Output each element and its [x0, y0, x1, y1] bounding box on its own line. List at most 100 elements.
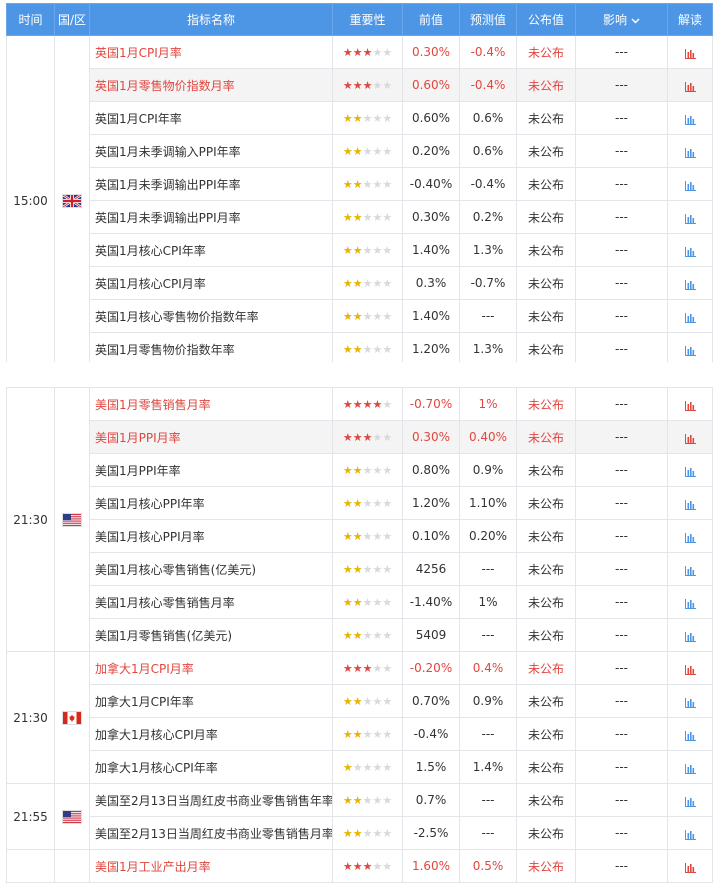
table-row[interactable]: 美国1月核心零售销售月率 ★★★★★ -1.40% 1% 未公布 ---	[7, 585, 713, 619]
interpret-cell[interactable]	[667, 453, 713, 487]
indicator-name[interactable]: 美国至2月13日当周红皮书商业零售销售年率	[89, 783, 333, 817]
indicator-name[interactable]: 加拿大1月核心CPI年率	[89, 750, 333, 784]
interpret-cell[interactable]	[667, 233, 713, 267]
interpret-cell[interactable]	[667, 552, 713, 586]
bar-chart-icon[interactable]	[684, 312, 696, 323]
interpret-cell[interactable]	[667, 420, 713, 454]
bar-chart-icon[interactable]	[684, 114, 696, 125]
indicator-name[interactable]: 美国1月核心零售销售(亿美元)	[89, 552, 333, 586]
bar-chart-icon[interactable]	[684, 565, 696, 576]
table-row[interactable]: 加拿大1月核心CPI年率 ★★★★★ 1.5% 1.4% 未公布 ---	[7, 750, 713, 784]
interpret-cell[interactable]	[667, 200, 713, 234]
table-row[interactable]: 英国1月核心CPI月率 ★★★★★ 0.3% -0.7% 未公布 ---	[7, 266, 713, 300]
table-row[interactable]: 加拿大1月CPI年率 ★★★★★ 0.70% 0.9% 未公布 ---	[7, 684, 713, 718]
interpret-cell[interactable]	[667, 68, 713, 102]
table-row[interactable]: 英国1月零售物价指数年率 ★★★★★ 1.20% 1.3% 未公布 ---	[7, 332, 713, 366]
indicator-name[interactable]: 美国1月核心零售销售月率	[89, 585, 333, 619]
table-row[interactable]: 美国1月核心PPI年率 ★★★★★ 1.20% 1.10% 未公布 ---	[7, 486, 713, 520]
chevron-down-icon[interactable]	[631, 16, 640, 27]
indicator-name[interactable]: 英国1月核心CPI月率	[89, 266, 333, 300]
bar-chart-icon[interactable]	[684, 400, 696, 411]
table-row[interactable]: 英国1月核心CPI年率 ★★★★★ 1.40% 1.3% 未公布 ---	[7, 233, 713, 267]
interpret-cell[interactable]	[667, 618, 713, 652]
indicator-name[interactable]: 加拿大1月核心CPI月率	[89, 717, 333, 751]
indicator-name[interactable]: 英国1月未季调输出PPI月率	[89, 200, 333, 234]
interpret-cell[interactable]	[667, 519, 713, 553]
interpret-cell[interactable]	[667, 750, 713, 784]
col-impact[interactable]: 影响	[575, 3, 668, 36]
bar-chart-icon[interactable]	[684, 180, 696, 191]
indicator-name[interactable]: 英国1月CPI年率	[89, 101, 333, 135]
bar-chart-icon[interactable]	[684, 466, 696, 477]
bar-chart-icon[interactable]	[684, 829, 696, 840]
interpret-cell[interactable]	[667, 717, 713, 751]
indicator-name[interactable]: 加拿大1月CPI月率	[89, 651, 333, 685]
table-row[interactable]: 美国1月核心PPI月率 ★★★★★ 0.10% 0.20% 未公布 ---	[7, 519, 713, 553]
bar-chart-icon[interactable]	[684, 730, 696, 741]
table-row[interactable]: 美国1月PPI年率 ★★★★★ 0.80% 0.9% 未公布 ---	[7, 453, 713, 487]
table-row[interactable]: 美国1月核心零售销售(亿美元) ★★★★★ 4256 --- 未公布 ---	[7, 552, 713, 586]
bar-chart-icon[interactable]	[684, 763, 696, 774]
indicator-name[interactable]: 加拿大1月CPI年率	[89, 684, 333, 718]
table-row[interactable]: 英国1月未季调输入PPI年率 ★★★★★ 0.20% 0.6% 未公布 ---	[7, 134, 713, 168]
table-row[interactable]: 英国1月未季调输出PPI月率 ★★★★★ 0.30% 0.2% 未公布 ---	[7, 200, 713, 234]
bar-chart-icon[interactable]	[684, 48, 696, 59]
indicator-name[interactable]: 英国1月核心CPI年率	[89, 233, 333, 267]
bar-chart-icon[interactable]	[684, 532, 696, 543]
interpret-cell[interactable]	[667, 387, 713, 421]
table-row[interactable]: 美国1月PPI月率 ★★★★★ 0.30% 0.40% 未公布 ---	[7, 420, 713, 454]
indicator-name[interactable]: 美国1月PPI年率	[89, 453, 333, 487]
bar-chart-icon[interactable]	[684, 598, 696, 609]
table-row[interactable]: 15:00 英国1月CPI月率 ★★★★★ 0.30% -0.4% 未公布 ---	[6, 35, 713, 366]
indicator-name[interactable]: 美国至2月13日当周红皮书商业零售销售月率	[89, 816, 333, 850]
interpret-cell[interactable]	[667, 651, 713, 685]
bar-chart-icon[interactable]	[684, 631, 696, 642]
interpret-cell[interactable]	[667, 299, 713, 333]
interpret-cell[interactable]	[667, 134, 713, 168]
table-row[interactable]: 美国1月零售销售(亿美元) ★★★★★ 5409 --- 未公布 ---	[7, 618, 713, 652]
indicator-name[interactable]: 英国1月零售物价指数年率	[89, 332, 333, 366]
table-row[interactable]: 英国1月零售物价指数月率 ★★★★★ 0.60% -0.4% 未公布 ---	[7, 68, 713, 102]
interpret-cell[interactable]	[667, 101, 713, 135]
indicator-name[interactable]: 英国1月CPI月率	[89, 35, 333, 69]
bar-chart-icon[interactable]	[684, 697, 696, 708]
bar-chart-icon[interactable]	[684, 499, 696, 510]
indicator-name[interactable]: 美国1月零售销售月率	[89, 387, 333, 421]
interpret-cell[interactable]	[667, 849, 713, 883]
table-row[interactable]: 英国1月核心零售物价指数年率 ★★★★★ 1.40% --- 未公布 ---	[7, 299, 713, 333]
bar-chart-icon[interactable]	[684, 246, 696, 257]
interpret-cell[interactable]	[667, 332, 713, 366]
interpret-cell[interactable]	[667, 684, 713, 718]
indicator-name[interactable]: 美国1月工业产出月率	[89, 849, 333, 883]
bar-chart-icon[interactable]	[684, 433, 696, 444]
interpret-cell[interactable]	[667, 816, 713, 850]
bar-chart-icon[interactable]	[684, 81, 696, 92]
interpret-cell[interactable]	[667, 167, 713, 201]
bar-chart-icon[interactable]	[684, 279, 696, 290]
table-row[interactable]: 21:55 美国至2月13日当周红皮书商业零售销售年率 ★★★★★ 0.7% --- 未公…	[6, 783, 713, 850]
table-row[interactable]: 21:30 美国1月零售销售月率 ★★★★★ -0.70% 1% 未公布 ---	[6, 387, 713, 652]
indicator-name[interactable]: 美国1月PPI月率	[89, 420, 333, 454]
interpret-cell[interactable]	[667, 585, 713, 619]
interpret-cell[interactable]	[667, 266, 713, 300]
indicator-name[interactable]: 英国1月零售物价指数月率	[89, 68, 333, 102]
interpret-cell[interactable]	[667, 486, 713, 520]
bar-chart-icon[interactable]	[684, 147, 696, 158]
indicator-name[interactable]: 美国1月核心PPI月率	[89, 519, 333, 553]
indicator-name[interactable]: 英国1月未季调输出PPI年率	[89, 167, 333, 201]
indicator-name[interactable]: 美国1月零售销售(亿美元)	[89, 618, 333, 652]
indicator-name[interactable]: 英国1月核心零售物价指数年率	[89, 299, 333, 333]
interpret-cell[interactable]	[667, 783, 713, 817]
table-row[interactable]: 美国1月工业产出月率 ★★★★★ 1.60% 0.5% 未公布 ---	[6, 849, 713, 883]
table-row[interactable]: 英国1月CPI年率 ★★★★★ 0.60% 0.6% 未公布 ---	[7, 101, 713, 135]
bar-chart-icon[interactable]	[684, 664, 696, 675]
table-row[interactable]: 21:30 加拿大1月CPI月率 ★★★★★ -0.20% 0.4% 未公布 ---	[6, 651, 713, 784]
table-row[interactable]: 美国至2月13日当周红皮书商业零售销售月率 ★★★★★ -2.5% --- 未公布 ---	[7, 816, 713, 850]
bar-chart-icon[interactable]	[684, 862, 696, 873]
indicator-name[interactable]: 英国1月未季调输入PPI年率	[89, 134, 333, 168]
interpret-cell[interactable]	[667, 35, 713, 69]
indicator-name[interactable]: 美国1月核心PPI年率	[89, 486, 333, 520]
bar-chart-icon[interactable]	[684, 796, 696, 807]
bar-chart-icon[interactable]	[684, 213, 696, 224]
bar-chart-icon[interactable]	[684, 345, 696, 356]
